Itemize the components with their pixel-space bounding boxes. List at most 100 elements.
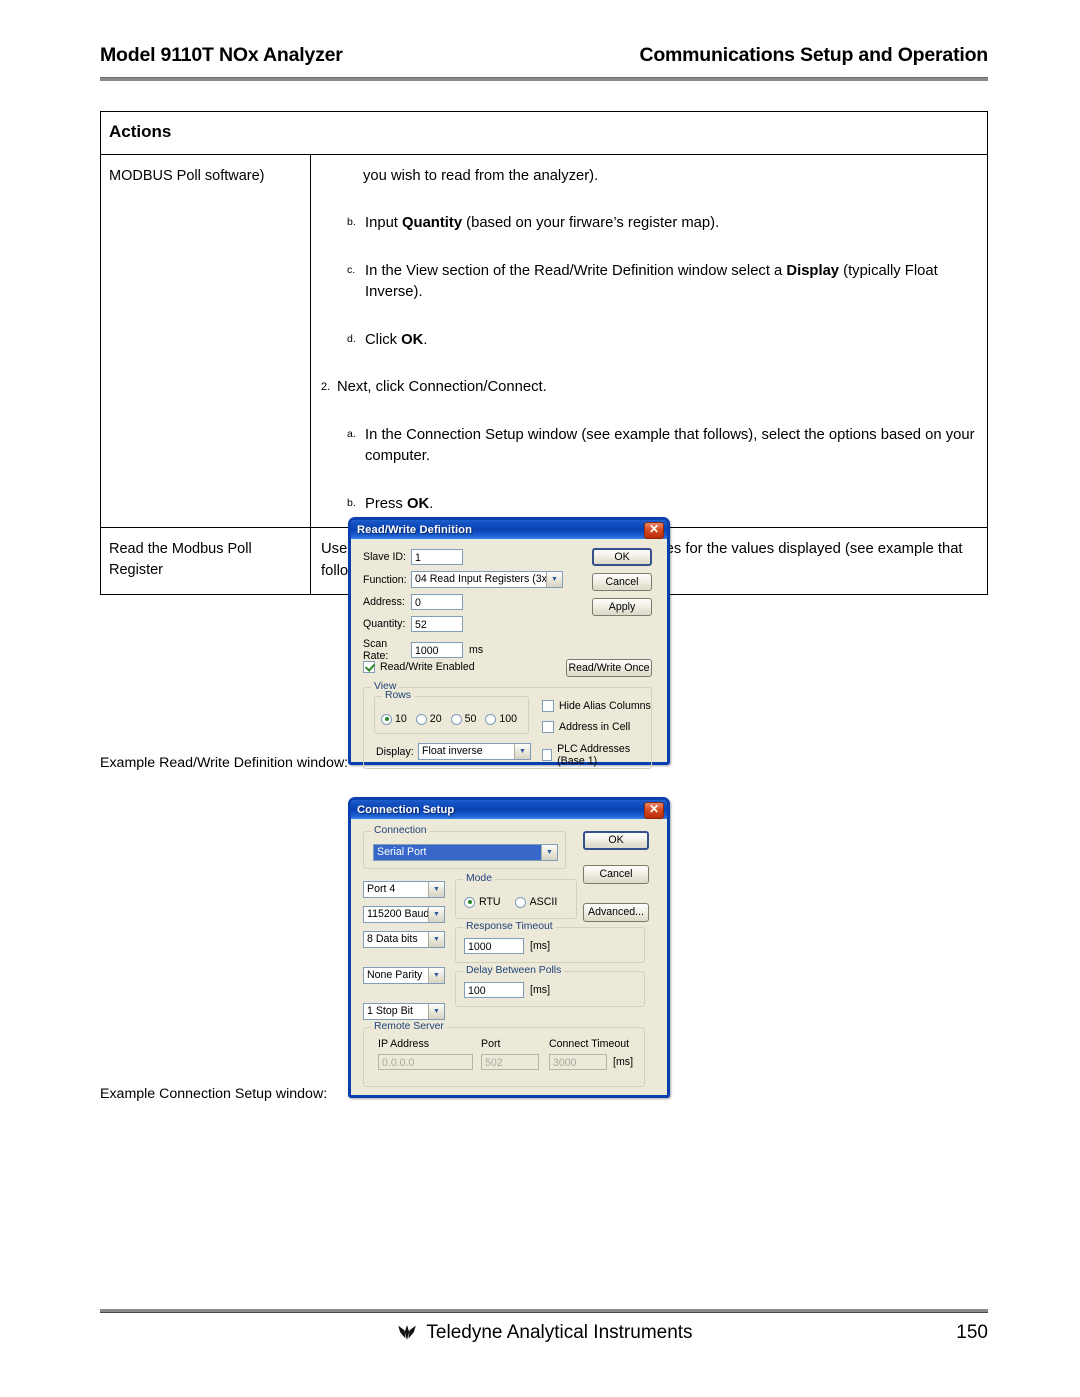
connection-type-value: Serial Port <box>374 845 541 860</box>
quantity-input[interactable]: 52 <box>411 616 463 632</box>
cancel-button[interactable]: Cancel <box>583 865 649 884</box>
connection-type-select[interactable]: Serial Port ▼ <box>373 844 558 861</box>
cancel-button[interactable]: Cancel <box>592 573 652 591</box>
checkbox-icon[interactable] <box>542 721 554 733</box>
text-bold: Display <box>786 262 840 279</box>
response-timeout-group: Response Timeout 1000 [ms] <box>455 921 645 963</box>
mode-option-ascii: ASCII <box>529 896 558 908</box>
chevron-down-icon[interactable]: ▼ <box>546 572 562 587</box>
field-function: Function: 04 Read Input Registers (3x) ▼ <box>363 571 578 588</box>
radio-icon[interactable] <box>464 896 475 908</box>
connection-group-title: Connection <box>371 825 430 836</box>
baud-select[interactable]: 115200 Baud ▼ <box>363 906 445 923</box>
close-icon[interactable]: ✕ <box>644 802 664 819</box>
row-label-read-register: Read the Modbus Poll Register <box>101 528 311 594</box>
readwrite-definition-dialog[interactable]: Read/Write Definition ✕ Slave ID: 1 Func… <box>348 517 670 769</box>
mode-radio-group[interactable]: RTU ASCII <box>464 896 557 908</box>
connection-setup-dialog[interactable]: Connection Setup ✕ Connection Serial Por… <box>348 797 670 1098</box>
response-timeout-input[interactable]: 1000 <box>464 938 524 954</box>
chevron-down-icon[interactable]: ▼ <box>428 968 444 983</box>
dialog-titlebar[interactable]: Read/Write Definition ✕ <box>351 520 667 539</box>
rows-option-100: 100 <box>499 713 518 725</box>
ok-button[interactable]: OK <box>592 548 652 566</box>
read-write-once-button[interactable]: Read/Write Once <box>566 659 652 677</box>
delay-between-polls-unit: [ms] <box>530 984 551 996</box>
caption-readwrite-window: Example Read/Write Definition window: <box>100 755 349 771</box>
checkbox-icon[interactable] <box>542 700 554 712</box>
radio-icon[interactable] <box>381 713 392 725</box>
list-item: d. Click OK. <box>321 330 977 351</box>
mode-group-title: Mode <box>463 873 495 884</box>
chevron-down-icon[interactable]: ▼ <box>428 907 444 922</box>
radio-icon[interactable] <box>450 713 462 725</box>
chevron-down-icon[interactable]: ▼ <box>428 882 444 897</box>
row-label-modbus-poll: MODBUS Poll software) <box>101 155 311 528</box>
text-post: . <box>429 495 434 512</box>
ok-button[interactable]: OK <box>583 831 649 850</box>
dialog-titlebar[interactable]: Connection Setup ✕ <box>351 800 667 819</box>
port-select[interactable]: Port 4 ▼ <box>363 881 445 898</box>
connect-timeout-label: Connect Timeout <box>549 1038 630 1050</box>
dialog-title: Read/Write Definition <box>357 523 473 536</box>
chevron-down-icon[interactable]: ▼ <box>428 1004 444 1019</box>
close-icon[interactable]: ✕ <box>644 522 664 539</box>
function-select[interactable]: 04 Read Input Registers (3x) ▼ <box>411 571 563 588</box>
readwrite-enabled-checkbox[interactable]: Read/Write Enabled <box>363 661 475 673</box>
rows-option-50: 50 <box>464 713 477 725</box>
hide-alias-columns-checkbox[interactable]: Hide Alias Columns <box>542 700 651 712</box>
function-label: Function: <box>363 573 407 586</box>
table-row: MODBUS Poll software) you wish to read f… <box>101 154 987 528</box>
ip-address-input[interactable]: 0.0.0.0 <box>378 1054 473 1070</box>
footer-page-number: 150 <box>956 1322 988 1343</box>
rows-radio-group[interactable]: 10 20 50 100 <box>381 713 517 725</box>
display-select[interactable]: Float inverse ▼ <box>418 743 531 760</box>
field-slave-id: Slave ID: 1 <box>363 549 578 565</box>
dialog-title: Connection Setup <box>357 803 455 816</box>
ip-address-label: IP Address <box>378 1038 430 1050</box>
function-select-value: 04 Read Input Registers (3x) <box>415 573 546 585</box>
radio-icon[interactable] <box>514 896 526 908</box>
footer-divider-rule <box>100 1309 988 1313</box>
table-header-actions: Actions <box>109 122 172 141</box>
checkbox-icon[interactable] <box>542 749 553 761</box>
address-in-cell-checkbox[interactable]: Address in Cell <box>542 721 630 733</box>
advanced-button[interactable]: Advanced... <box>583 903 649 922</box>
chevron-down-icon[interactable]: ▼ <box>514 744 530 759</box>
port-input[interactable]: 502 <box>481 1054 539 1070</box>
connect-timeout-input[interactable]: 3000 <box>549 1054 607 1070</box>
text-post: (based on your firware’s register map). <box>462 215 720 232</box>
parity-select[interactable]: None Parity ▼ <box>363 967 445 984</box>
data-bits-select[interactable]: 8 Data bits ▼ <box>363 931 445 948</box>
list-item: b. Press OK. <box>321 494 977 515</box>
mode-option-rtu: RTU <box>479 896 501 908</box>
stop-bit-select[interactable]: 1 Stop Bit ▼ <box>363 1003 445 1020</box>
chevron-down-icon[interactable]: ▼ <box>541 845 557 860</box>
header-divider-rule <box>100 77 988 81</box>
plc-addresses-checkbox[interactable]: PLC Addresses (Base 1) <box>542 743 651 767</box>
data-bits-select-value: 8 Data bits <box>367 933 418 945</box>
radio-icon[interactable] <box>485 713 497 725</box>
apply-button[interactable]: Apply <box>592 598 652 616</box>
scan-rate-label: Scan Rate: <box>363 638 389 662</box>
footer-brand: Teledyne Analytical Instruments <box>395 1322 693 1344</box>
address-input[interactable]: 0 <box>411 594 463 610</box>
readwrite-enabled-label: Read/Write Enabled <box>380 661 475 673</box>
list-item-text: Click OK. <box>365 330 977 351</box>
slave-id-input[interactable]: 1 <box>411 549 463 565</box>
quantity-label: Quantity: <box>363 618 406 630</box>
text-pre: Click <box>365 331 402 348</box>
list-item: b. Input Quantity (based on your firware… <box>321 213 977 234</box>
checkbox-icon[interactable] <box>363 661 375 673</box>
scan-rate-unit: ms <box>469 644 484 656</box>
plc-addresses-label: PLC Addresses (Base 1) <box>557 743 631 767</box>
field-address: Address: 0 <box>363 594 578 610</box>
delay-between-polls-input[interactable]: 100 <box>464 982 524 998</box>
radio-icon[interactable] <box>415 713 427 725</box>
chevron-down-icon[interactable]: ▼ <box>428 932 444 947</box>
mode-group: Mode RTU ASCII <box>455 873 577 919</box>
scan-rate-input[interactable]: 1000 <box>411 642 463 658</box>
sub-list-step2: a. In the Connection Setup window (see e… <box>321 425 977 515</box>
remote-server-group: Remote Server IP Address Port Connect Ti… <box>363 1021 645 1087</box>
text-bold: Quantity <box>402 215 463 232</box>
list-item-text: In the Connection Setup window (see exam… <box>365 425 977 468</box>
